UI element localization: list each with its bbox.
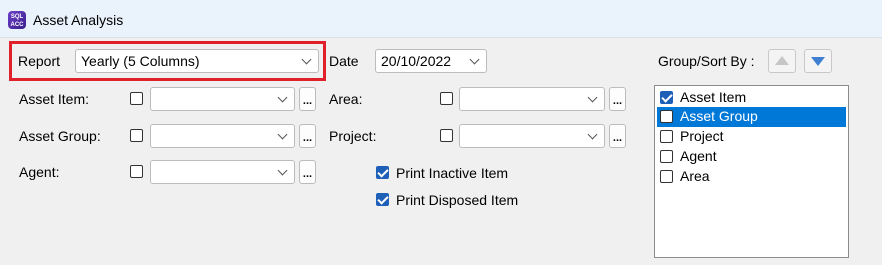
- list-item-checkbox[interactable]: [660, 91, 673, 104]
- asset-group-browse-button[interactable]: ...: [299, 124, 316, 148]
- project-checkbox[interactable]: [440, 129, 453, 142]
- area-dropdown[interactable]: [459, 87, 605, 111]
- list-item-project[interactable]: Project: [657, 127, 846, 147]
- list-item-label: Asset Item: [680, 89, 747, 105]
- arrow-up-icon: [775, 56, 789, 65]
- chevron-down-icon: [277, 129, 288, 140]
- chevron-down-icon: [469, 54, 480, 65]
- move-up-button[interactable]: [768, 49, 796, 73]
- list-item-label: Asset Group: [680, 108, 758, 124]
- print-inactive-checkbox[interactable]: [376, 166, 389, 179]
- list-item-asset-item[interactable]: Asset Item: [657, 88, 846, 108]
- list-item-label: Project: [680, 128, 724, 144]
- print-disposed-checkbox[interactable]: [376, 193, 389, 206]
- asset-item-browse-button[interactable]: ...: [299, 87, 316, 111]
- agent-label: Agent:: [19, 164, 60, 180]
- area-browse-button[interactable]: ...: [609, 87, 626, 111]
- print-disposed-label: Print Disposed Item: [396, 192, 519, 208]
- chevron-down-icon: [587, 129, 598, 140]
- list-item-checkbox[interactable]: [660, 110, 673, 123]
- chevron-down-icon: [301, 54, 312, 65]
- agent-checkbox[interactable]: [130, 165, 143, 178]
- list-item-area[interactable]: Area: [657, 167, 846, 187]
- project-dropdown[interactable]: [459, 124, 605, 148]
- chevron-down-icon: [587, 92, 598, 103]
- report-dropdown[interactable]: Yearly (5 Columns): [75, 49, 319, 73]
- arrow-down-icon: [811, 57, 825, 66]
- date-value: 20/10/2022: [381, 53, 452, 69]
- chevron-down-icon: [277, 92, 288, 103]
- report-label: Report: [18, 53, 61, 69]
- app-logo-icon: SQL ACC: [8, 11, 26, 29]
- window-title: Asset Analysis: [33, 12, 124, 28]
- asset-item-dropdown[interactable]: [150, 87, 295, 111]
- list-item-agent[interactable]: Agent: [657, 147, 846, 167]
- asset-group-dropdown[interactable]: [150, 124, 295, 148]
- group-sort-list[interactable]: Asset Item Asset Group Project Agent Are…: [654, 85, 849, 258]
- list-item-label: Agent: [680, 148, 717, 164]
- area-label: Area:: [329, 91, 363, 107]
- area-checkbox[interactable]: [440, 92, 453, 105]
- date-picker[interactable]: 20/10/2022: [375, 49, 487, 73]
- agent-browse-button[interactable]: ...: [299, 160, 316, 184]
- list-item-label: Area: [680, 168, 710, 184]
- move-down-button[interactable]: [804, 49, 832, 73]
- agent-dropdown[interactable]: [150, 160, 295, 184]
- asset-item-checkbox[interactable]: [130, 92, 143, 105]
- list-item-asset-group[interactable]: Asset Group: [657, 107, 846, 127]
- group-sort-label: Group/Sort By :: [658, 53, 755, 69]
- chevron-down-icon: [277, 165, 288, 176]
- report-value: Yearly (5 Columns): [81, 53, 200, 69]
- list-item-checkbox[interactable]: [660, 130, 673, 143]
- date-label: Date: [329, 53, 359, 69]
- project-browse-button[interactable]: ...: [609, 124, 626, 148]
- list-item-checkbox[interactable]: [660, 150, 673, 163]
- asset-group-checkbox[interactable]: [130, 129, 143, 142]
- asset-group-label: Asset Group:: [19, 128, 101, 144]
- list-item-checkbox[interactable]: [660, 170, 673, 183]
- print-inactive-label: Print Inactive Item: [396, 165, 509, 181]
- asset-item-label: Asset Item:: [19, 91, 90, 107]
- project-label: Project:: [329, 128, 377, 144]
- title-bar: SQL ACC Asset Analysis: [0, 0, 882, 38]
